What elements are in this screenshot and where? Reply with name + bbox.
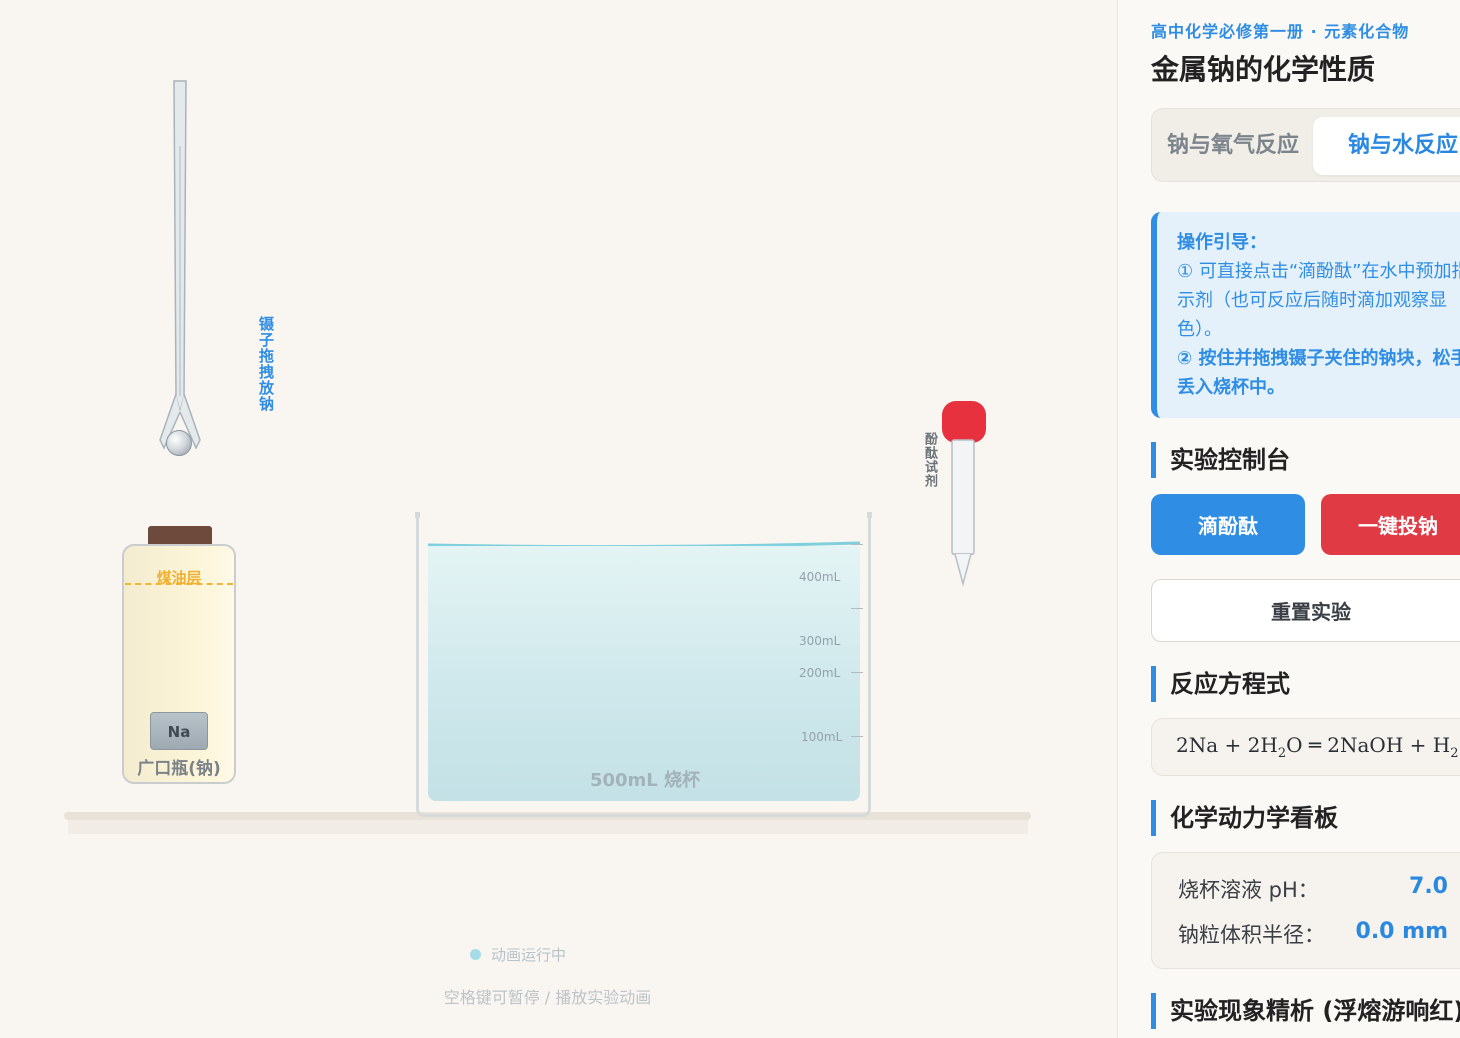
graduation-label-400: 400mL — [799, 570, 841, 584]
experiment-stage: 镊子拖拽放钠 酚酞试剂 煤油层 Na 广口瓶(钠) 400mL 300mL 20… — [0, 0, 1117, 1038]
control-panel: 高中化学必修第一册 · 元素化合物 金属钠的化学性质 钠与氧气反应 钠与水反应 … — [1117, 0, 1460, 1038]
graduation-tick — [851, 672, 863, 673]
bench-shadow — [68, 820, 1028, 834]
ph-label: 烧杯溶液 pH： — [1178, 878, 1319, 902]
status-indicator-icon — [470, 949, 481, 960]
graduation-tick — [851, 544, 863, 545]
radius-label: 钠粒体积半径： — [1178, 923, 1325, 947]
tab-oxygen-reaction[interactable]: 钠与氧气反应 — [1158, 117, 1308, 175]
reaction-tabs: 钠与氧气反应 钠与水反应 — [1151, 108, 1460, 182]
tweezers-label: 镊子拖拽放钠 — [257, 316, 275, 412]
equation-heading: 反应方程式 — [1151, 666, 1290, 702]
beaker-label: 500mL 烧杯 — [589, 770, 701, 791]
guide-step-2: ② 按住并拖拽镊子夹住的钠块，松手丢入烧杯中。 — [1177, 348, 1460, 398]
bottle-label: 广口瓶(钠) — [137, 759, 221, 779]
add-phenolphthalein-button[interactable]: 滴酚酞 — [1151, 494, 1305, 555]
kinetics-heading: 化学动力学看板 — [1151, 800, 1338, 836]
graduation-tick — [851, 608, 863, 609]
graduation-label-200: 200mL — [799, 666, 841, 680]
add-sodium-button[interactable]: 一键投钠 — [1321, 494, 1460, 555]
course-subtitle: 高中化学必修第一册 · 元素化合物 — [1151, 22, 1410, 41]
dropper[interactable] — [938, 398, 990, 590]
console-heading: 实验控制台 — [1151, 442, 1290, 478]
oil-layer-label: 煤油层 — [156, 569, 202, 587]
graduation-label-100: 100mL — [801, 730, 843, 744]
beaker-left-rim — [415, 512, 420, 518]
sodium-ball[interactable] — [166, 430, 192, 456]
guide-step-1: ① 可直接点击“滴酚酞”在水中预加指示剂（也可反应后随时滴加观察显色）。 — [1177, 261, 1460, 340]
operation-guide: 操作引导： ① 可直接点击“滴酚酞”在水中预加指示剂（也可反应后随时滴加观察显色… — [1151, 212, 1460, 418]
kinetics-card — [1151, 852, 1460, 969]
tab-water-reaction[interactable]: 钠与水反应 — [1313, 117, 1460, 175]
guide-heading: 操作引导： — [1177, 232, 1267, 253]
radius-value: 0.0 mm — [1355, 919, 1448, 944]
graduation-label-300: 300mL — [799, 634, 841, 648]
dropper-label: 酚酞试剂 — [922, 432, 937, 488]
reaction-equation: 2Na + 2H2O ═ 2NaOH + H2↑ — [1176, 733, 1460, 761]
tweezers[interactable] — [150, 76, 210, 466]
reset-button[interactable]: 重置实验 — [1151, 579, 1460, 642]
phenomena-heading: 实验现象精析 (浮熔游响红) — [1151, 993, 1460, 1029]
ph-value: 7.0 — [1409, 874, 1448, 899]
sodium-block[interactable]: Na — [150, 712, 208, 750]
graduation-tick — [851, 736, 863, 737]
keyboard-hint: 空格键可暂停 / 播放实验动画 — [443, 988, 652, 1007]
page-title: 金属钠的化学性质 — [1151, 53, 1376, 86]
animation-status: 动画运行中 — [491, 946, 567, 964]
beaker-right-rim — [867, 512, 872, 518]
